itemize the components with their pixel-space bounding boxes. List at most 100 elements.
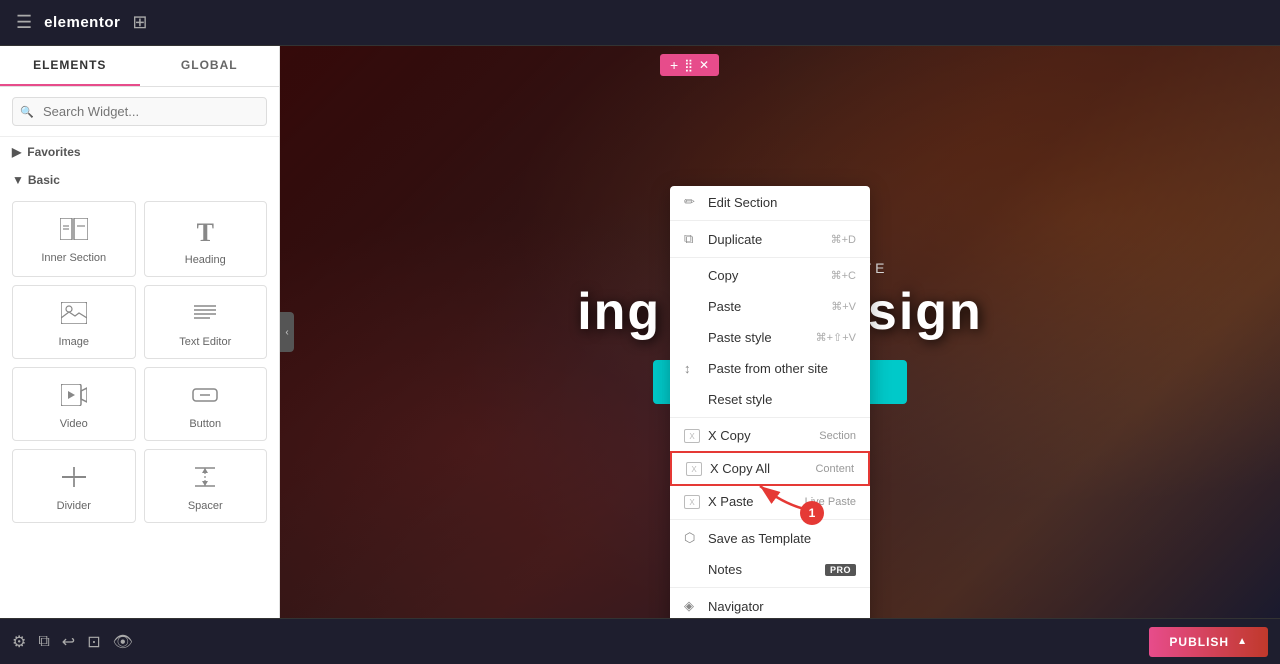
- widget-heading[interactable]: T Heading: [144, 201, 268, 277]
- navigator-label: Navigator: [708, 599, 764, 614]
- context-menu-paste[interactable]: Paste ⌘+V: [670, 291, 870, 322]
- menu-icon[interactable]: ☰: [16, 12, 32, 33]
- divider-label: Divider: [57, 500, 91, 512]
- move-element-icon[interactable]: ⣿: [684, 58, 693, 72]
- grid-icon[interactable]: ⊞: [132, 12, 147, 33]
- image-icon: [61, 302, 87, 330]
- context-menu-reset-style[interactable]: Reset style: [670, 384, 870, 415]
- sidebar-tabs: ELEMENTS GLOBAL: [0, 46, 279, 87]
- context-menu-x-copy[interactable]: X X Copy Section: [670, 420, 870, 451]
- add-element-icon[interactable]: +: [670, 57, 678, 73]
- settings-icon[interactable]: ⚙: [12, 632, 26, 652]
- spacer-icon: [192, 466, 218, 494]
- duplicate-label: Duplicate: [708, 232, 762, 247]
- divider-5: [670, 587, 870, 588]
- widget-inner-section[interactable]: Inner Section: [12, 201, 136, 277]
- widget-spacer[interactable]: Spacer: [144, 449, 268, 523]
- context-menu-copy[interactable]: Copy ⌘+C: [670, 260, 870, 291]
- layers-icon[interactable]: ⧉: [38, 633, 49, 651]
- paste-style-left: Paste style: [684, 330, 772, 345]
- copy-shortcut: ⌘+C: [831, 269, 856, 282]
- navigator-left: ◈ Navigator: [684, 598, 764, 614]
- context-menu-edit-section[interactable]: ✏ Edit Section: [670, 186, 870, 218]
- context-menu: ✏ Edit Section ⧉ Duplicate ⌘+D Copy: [670, 186, 870, 618]
- paste-left: Paste: [684, 299, 741, 314]
- canvas-controls: + ⣿ ✕: [660, 54, 719, 76]
- duplicate-icon: ⧉: [684, 231, 700, 247]
- close-element-icon[interactable]: ✕: [699, 58, 709, 72]
- number-badge: 1: [800, 501, 824, 525]
- canvas-area: + ⣿ ✕ GAMESITE TEMPLATE ing Site Design …: [280, 46, 1280, 618]
- search-input[interactable]: [12, 97, 267, 126]
- widget-button[interactable]: Button: [144, 367, 268, 441]
- preview-icon[interactable]: 👁: [113, 632, 133, 652]
- responsive-icon[interactable]: ⊡: [87, 632, 100, 652]
- x-paste-left: X X Paste: [684, 494, 754, 509]
- heading-label: Heading: [185, 254, 226, 266]
- tab-elements[interactable]: ELEMENTS: [0, 46, 140, 86]
- reset-style-left: Reset style: [684, 392, 772, 407]
- divider-2: [670, 257, 870, 258]
- widget-text-editor[interactable]: Text Editor: [144, 285, 268, 359]
- inner-section-label: Inner Section: [41, 252, 106, 264]
- paste-other-icon: ↕: [684, 361, 700, 376]
- divider-1: [670, 220, 870, 221]
- search-wrapper: [12, 97, 267, 126]
- x-paste-checkbox: X: [684, 495, 700, 509]
- context-menu-paste-other[interactable]: ↕ Paste from other site: [670, 353, 870, 384]
- image-label: Image: [58, 336, 89, 348]
- copy-label: Copy: [708, 268, 738, 283]
- save-template-left: ⬡ Save as Template: [684, 530, 811, 546]
- app-title: elementor: [44, 14, 120, 31]
- basic-arrow: ▼: [12, 173, 24, 187]
- favorites-section[interactable]: ▶ Favorites: [0, 137, 279, 167]
- text-editor-label: Text Editor: [179, 336, 231, 348]
- navigator-icon: ◈: [684, 598, 700, 614]
- paste-other-left: ↕ Paste from other site: [684, 361, 828, 376]
- edit-section-label: Edit Section: [708, 195, 777, 210]
- edit-icon: ✏: [684, 194, 700, 210]
- save-template-icon: ⬡: [684, 530, 700, 546]
- widget-divider[interactable]: Divider: [12, 449, 136, 523]
- duplicate-left: ⧉ Duplicate: [684, 231, 762, 247]
- widget-grid: Inner Section T Heading Image Text Edito…: [0, 193, 279, 531]
- duplicate-shortcut: ⌘+D: [831, 233, 856, 246]
- sidebar-handle[interactable]: ‹: [280, 312, 294, 352]
- save-template-label: Save as Template: [708, 531, 811, 546]
- context-menu-navigator[interactable]: ◈ Navigator: [670, 590, 870, 618]
- widget-image[interactable]: Image: [12, 285, 136, 359]
- paste-other-label: Paste from other site: [708, 361, 828, 376]
- context-menu-duplicate[interactable]: ⧉ Duplicate ⌘+D: [670, 223, 870, 255]
- paste-style-label: Paste style: [708, 330, 772, 345]
- publish-button[interactable]: PUBLISH ▲: [1149, 627, 1268, 657]
- basic-label: Basic: [28, 173, 60, 187]
- x-copy-right-label: Section: [819, 430, 856, 442]
- notes-label: Notes: [708, 562, 742, 577]
- x-copy-checkbox: X: [684, 429, 700, 443]
- context-menu-paste-style[interactable]: Paste style ⌘+⇧+V: [670, 322, 870, 353]
- button-icon: [192, 384, 218, 412]
- basic-section-header: ▼ Basic: [0, 167, 279, 193]
- notes-left: Notes: [684, 562, 742, 577]
- favorites-arrow: ▶: [12, 145, 21, 159]
- tab-global[interactable]: GLOBAL: [140, 46, 280, 86]
- publish-label: PUBLISH: [1169, 635, 1229, 649]
- inner-section-icon: [60, 218, 88, 246]
- top-bar-left: ☰ elementor ⊞: [16, 12, 147, 33]
- x-copy-label: X Copy: [708, 428, 751, 443]
- divider-icon: [61, 466, 87, 494]
- spacer-label: Spacer: [188, 500, 223, 512]
- context-menu-save-template[interactable]: ⬡ Save as Template: [670, 522, 870, 554]
- sidebar-search: [0, 87, 279, 137]
- favorites-label: Favorites: [27, 145, 80, 159]
- paste-label: Paste: [708, 299, 741, 314]
- video-icon: [61, 384, 87, 412]
- context-menu-notes[interactable]: Notes PRO: [670, 554, 870, 585]
- x-copy-all-checkbox: X: [686, 462, 702, 476]
- widget-video[interactable]: Video: [12, 367, 136, 441]
- bottom-bar: ⚙ ⧉ ↩ ⊡ 👁 PUBLISH ▲: [0, 618, 1280, 664]
- divider-3: [670, 417, 870, 418]
- main-layout: ELEMENTS GLOBAL ▶ Favorites ▼ Basic Inn: [0, 46, 1280, 618]
- history-icon[interactable]: ↩: [62, 632, 75, 652]
- bottom-bar-left: ⚙ ⧉ ↩ ⊡ 👁: [12, 632, 133, 652]
